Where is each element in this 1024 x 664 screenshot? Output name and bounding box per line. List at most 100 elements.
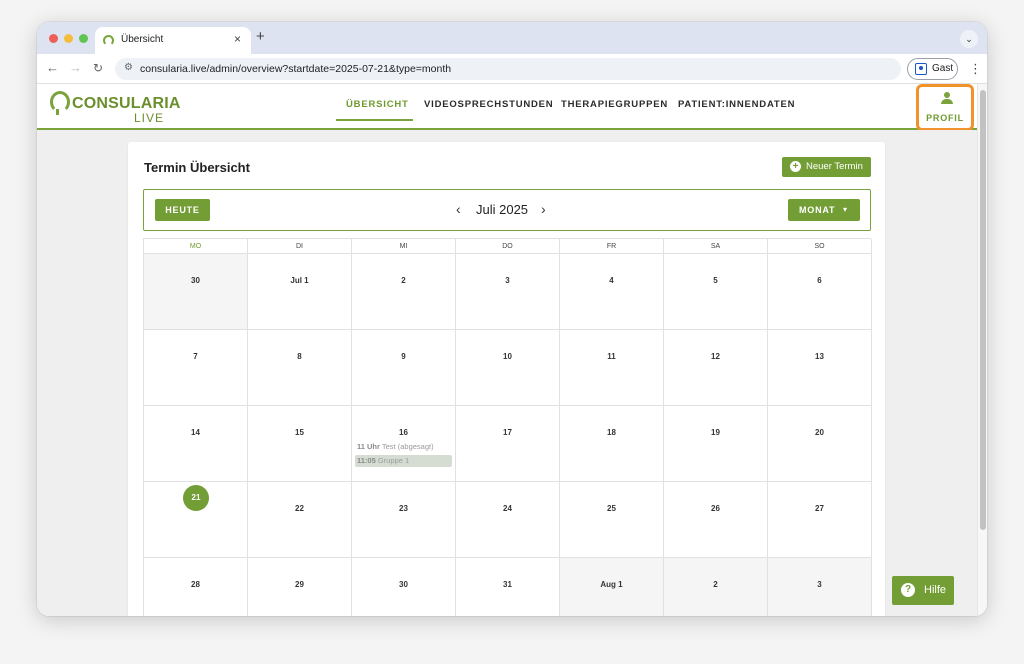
calendar-day-cell[interactable]: 25: [560, 482, 664, 558]
calendar-day-cell[interactable]: 3: [768, 558, 872, 616]
guest-profile-button[interactable]: Gast: [907, 58, 958, 80]
calendar-day-cell[interactable]: 29: [248, 558, 352, 616]
day-number[interactable]: Jul 1: [248, 276, 351, 285]
day-number[interactable]: 26: [664, 504, 767, 513]
chevron-right-icon[interactable]: ›: [541, 201, 546, 217]
day-number[interactable]: 7: [144, 352, 247, 361]
view-select-button[interactable]: MONAT ▾: [788, 199, 860, 221]
calendar-day-cell[interactable]: 22: [248, 482, 352, 558]
calendar-event[interactable]: 11:05 Gruppe 1: [355, 455, 452, 467]
day-number[interactable]: 24: [456, 504, 559, 513]
day-number[interactable]: 23: [352, 504, 455, 513]
day-number[interactable]: 19: [664, 428, 767, 437]
calendar-day-cell[interactable]: 5: [664, 254, 768, 330]
calendar-day-cell[interactable]: 24: [456, 482, 560, 558]
calendar-day-cell[interactable]: 3: [456, 254, 560, 330]
day-number[interactable]: 2: [352, 276, 455, 285]
close-window-button[interactable]: [49, 34, 58, 43]
minimize-window-button[interactable]: [64, 34, 73, 43]
calendar-day-cell[interactable]: 13: [768, 330, 872, 406]
chevron-left-icon[interactable]: ‹: [456, 201, 461, 217]
calendar-day-cell[interactable]: 9: [352, 330, 456, 406]
browser-menu-icon[interactable]: ⋮: [969, 61, 982, 77]
nav-therapiegruppen[interactable]: THERAPIEGRUPPEN: [561, 99, 668, 110]
day-number[interactable]: 11: [560, 352, 663, 361]
calendar-day-cell[interactable]: 2: [664, 558, 768, 616]
day-number[interactable]: 17: [456, 428, 559, 437]
reload-icon[interactable]: ↻: [93, 61, 103, 75]
calendar-day-cell[interactable]: 10: [456, 330, 560, 406]
nav-videosprechstunden[interactable]: VIDEOSPRECHSTUNDEN: [424, 99, 553, 110]
url-text[interactable]: consularia.live/admin/overview?startdate…: [140, 63, 451, 75]
day-number[interactable]: 8: [248, 352, 351, 361]
day-number[interactable]: 18: [560, 428, 663, 437]
day-number[interactable]: 25: [560, 504, 663, 513]
maximize-window-button[interactable]: [79, 34, 88, 43]
calendar-day-cell[interactable]: 26: [664, 482, 768, 558]
calendar-day-cell[interactable]: 21: [144, 482, 248, 558]
calendar-day-cell[interactable]: 4: [560, 254, 664, 330]
calendar-day-cell[interactable]: 18: [560, 406, 664, 482]
profile-button[interactable]: PROFIL: [916, 84, 974, 131]
calendar-day-cell[interactable]: 11: [560, 330, 664, 406]
day-number[interactable]: 14: [144, 428, 247, 437]
calendar-day-cell[interactable]: 15: [248, 406, 352, 482]
consularia-logo[interactable]: CONSULARIA LIVE: [50, 89, 180, 125]
tab-search-dropdown-icon[interactable]: ⌄: [960, 30, 978, 48]
calendar-day-cell[interactable]: 27: [768, 482, 872, 558]
calendar-day-cell[interactable]: 23: [352, 482, 456, 558]
calendar-day-cell[interactable]: 8: [248, 330, 352, 406]
calendar-day-cell[interactable]: 12: [664, 330, 768, 406]
tab-close-icon[interactable]: ×: [234, 32, 241, 46]
today-day-number[interactable]: 21: [183, 485, 209, 511]
help-button[interactable]: ? Hilfe: [892, 576, 954, 605]
day-number[interactable]: 3: [768, 580, 871, 589]
calendar-day-cell[interactable]: 2: [352, 254, 456, 330]
day-number[interactable]: 29: [248, 580, 351, 589]
forward-arrow-icon[interactable]: →: [69, 60, 82, 75]
calendar-day-cell[interactable]: 28: [144, 558, 248, 616]
calendar-day-cell[interactable]: Jul 1: [248, 254, 352, 330]
day-number[interactable]: 2: [664, 580, 767, 589]
day-number[interactable]: 6: [768, 276, 871, 285]
page-scrollbar[interactable]: [977, 84, 987, 616]
day-number[interactable]: 22: [248, 504, 351, 513]
calendar-day-cell[interactable]: 7: [144, 330, 248, 406]
day-number[interactable]: 3: [456, 276, 559, 285]
day-number[interactable]: 10: [456, 352, 559, 361]
nav-uebersicht[interactable]: ÜBERSICHT: [346, 99, 409, 110]
day-number[interactable]: 15: [248, 428, 351, 437]
day-number[interactable]: 31: [456, 580, 559, 589]
day-number[interactable]: 4: [560, 276, 663, 285]
day-number[interactable]: 30: [352, 580, 455, 589]
day-number[interactable]: 27: [768, 504, 871, 513]
day-number[interactable]: 30: [144, 276, 247, 285]
calendar-day-cell[interactable]: 30: [144, 254, 248, 330]
calendar-day-cell[interactable]: 20: [768, 406, 872, 482]
calendar-day-cell[interactable]: 31: [456, 558, 560, 616]
calendar-day-cell[interactable]: 6: [768, 254, 872, 330]
calendar-day-cell[interactable]: 30: [352, 558, 456, 616]
address-bar[interactable]: ⚙ consularia.live/admin/overview?startda…: [115, 58, 901, 80]
day-number[interactable]: 16: [352, 428, 455, 437]
day-number[interactable]: 12: [664, 352, 767, 361]
day-number[interactable]: 5: [664, 276, 767, 285]
calendar-day-cell[interactable]: 14: [144, 406, 248, 482]
new-appointment-button[interactable]: + Neuer Termin: [782, 157, 871, 177]
day-number[interactable]: 13: [768, 352, 871, 361]
day-number[interactable]: 9: [352, 352, 455, 361]
calendar-day-cell[interactable]: 19: [664, 406, 768, 482]
new-tab-button[interactable]: +: [256, 28, 265, 45]
calendar-day-cell[interactable]: 17: [456, 406, 560, 482]
calendar-day-cell[interactable]: 16 11 Uhr Test (abgesagt) 11:05 Gruppe 1: [352, 406, 456, 482]
day-number[interactable]: Aug 1: [560, 580, 663, 589]
scrollbar-thumb[interactable]: [980, 90, 986, 530]
site-settings-icon[interactable]: ⚙: [124, 62, 133, 73]
nav-patient-innendaten[interactable]: PATIENT:INNENDATEN: [678, 99, 795, 110]
day-number[interactable]: 20: [768, 428, 871, 437]
calendar-day-cell[interactable]: Aug 1: [560, 558, 664, 616]
back-arrow-icon[interactable]: ←: [46, 60, 59, 75]
today-button[interactable]: HEUTE: [155, 199, 210, 221]
day-number[interactable]: 28: [144, 580, 247, 589]
calendar-event[interactable]: 11 Uhr Test (abgesagt): [355, 441, 452, 453]
